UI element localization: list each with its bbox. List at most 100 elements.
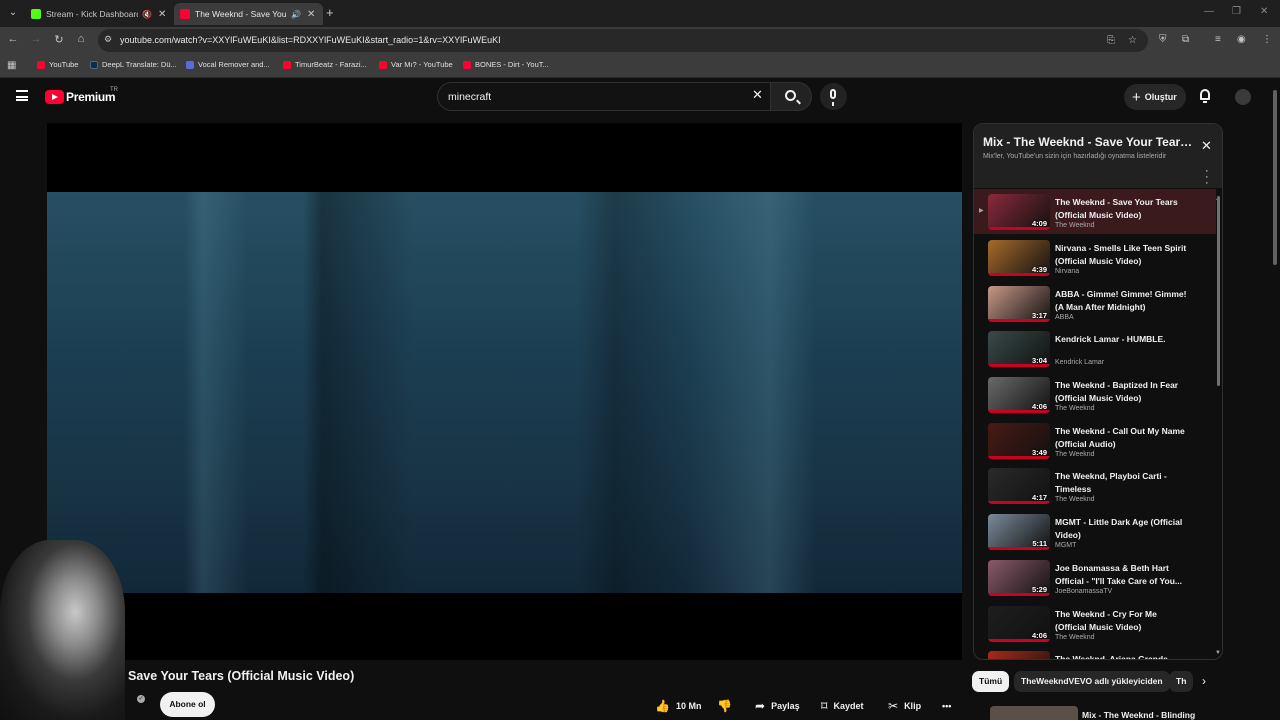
youtube-premium-wordmark[interactable]: Premium — [66, 90, 116, 104]
playlist-item-title[interactable]: Kendrick Lamar - HUMBLE. — [1055, 333, 1190, 346]
chip-partial[interactable]: Th — [1169, 671, 1193, 692]
microphone-icon — [830, 89, 836, 106]
playlist-menu-icon[interactable]: · · · — [1205, 166, 1209, 189]
tab-kick-dashboard[interactable]: Stream - Kick Dashboard 🔇 ✕ — [25, 3, 174, 25]
search-button[interactable] — [770, 82, 812, 111]
browser-menu-icon[interactable]: ⋮ — [1262, 34, 1272, 45]
playlist-item[interactable]: 5:29 Joe Bonamassa & Beth Hart Official -… — [974, 555, 1216, 600]
close-playlist-icon[interactable]: ✕ — [1201, 138, 1212, 154]
youtube-logo-icon[interactable] — [45, 90, 64, 104]
install-app-icon[interactable]: ⎘ — [1107, 35, 1115, 46]
close-tab-icon[interactable]: ✕ — [307, 9, 315, 20]
search-input[interactable]: minecraft — [437, 82, 770, 111]
back-icon[interactable]: ← — [6, 33, 20, 45]
playlist-item-title[interactable]: The Weeknd, Playboi Carti - Timeless — [1055, 470, 1190, 496]
bookmark-item[interactable]: YouTube — [37, 60, 78, 69]
playlist-item[interactable]: 4:06 The Weeknd - Cry For Me (Official Mu… — [974, 601, 1216, 646]
voice-search-button[interactable] — [820, 83, 847, 110]
page-scrollbar[interactable] — [1273, 90, 1277, 265]
playlist-item[interactable]: 5:11 MGMT - Little Dark Age (Official Vid… — [974, 509, 1216, 554]
playlist-thumbnail[interactable]: 4:09 — [988, 194, 1050, 230]
playlist-thumbnail[interactable]: 3:04 — [988, 331, 1050, 367]
notifications-bell-icon[interactable] — [1199, 89, 1211, 103]
video-player[interactable] — [47, 123, 962, 660]
subscribe-button[interactable]: Abone ol — [160, 692, 215, 717]
playlist-thumbnail[interactable]: 4:17 — [988, 468, 1050, 504]
close-tab-icon[interactable]: ✕ — [158, 9, 166, 20]
close-window-icon[interactable]: ✕ — [1260, 6, 1268, 17]
like-button[interactable]: 👍 10 Mn — [655, 693, 701, 719]
playlist-item-title[interactable]: The Weeknd - Baptized In Fear (Official … — [1055, 379, 1190, 405]
bookmark-item[interactable]: TimurBeatz - Farazi... — [283, 60, 367, 69]
playlist-scrollbar[interactable] — [1217, 196, 1220, 386]
tab-youtube-video[interactable]: The Weeknd - Save Your Tears 🔊 ✕ — [174, 3, 324, 25]
playlist-item[interactable]: 4:17 The Weeknd, Playboi Carti - Timeless… — [974, 463, 1216, 508]
create-button[interactable]: + Oluştur — [1124, 84, 1186, 110]
minimize-icon[interactable]: — — [1204, 6, 1214, 17]
site-info-icon[interactable]: ⚙ — [104, 34, 112, 45]
playlist-item[interactable]: 3:17 ABBA - Gimme! Gimme! Gimme! (A Man A… — [974, 281, 1216, 326]
guide-menu-icon[interactable] — [16, 90, 28, 101]
home-icon[interactable]: ⌂ — [74, 33, 88, 45]
playlist-item-title[interactable]: Nirvana - Smells Like Teen Spirit (Offic… — [1055, 242, 1190, 268]
bookmark-star-icon[interactable]: ☆ — [1128, 35, 1137, 46]
bookmark-item[interactable]: Vocal Remover and... — [186, 60, 270, 69]
playlist-thumbnail[interactable]: 3:17 — [988, 286, 1050, 322]
bookmark-item[interactable]: BONES - Dirt - YouT... — [463, 60, 549, 69]
playlist-thumbnail[interactable] — [988, 651, 1050, 659]
playlist-item[interactable]: 4:39 Nirvana - Smells Like Teen Spirit (O… — [974, 235, 1216, 280]
bookmark-item[interactable]: Var Mı? - YouTube — [379, 60, 453, 69]
scroll-down-icon[interactable]: ▼ — [1215, 650, 1221, 656]
forward-icon[interactable]: → — [29, 33, 43, 45]
playlist-thumbnail[interactable]: 5:29 — [988, 560, 1050, 596]
playlist-item-title[interactable]: The Weeknd - Call Out My Name (Official … — [1055, 425, 1190, 451]
clear-search-icon[interactable]: ✕ — [752, 87, 763, 103]
playlist-item[interactable]: 3:04 Kendrick Lamar - HUMBLE. Kendrick Lam… — [974, 326, 1216, 371]
deepl-favicon-icon — [90, 60, 98, 69]
youtube-favicon-icon — [379, 60, 387, 69]
playlist-item[interactable]: ▶ 4:09 The Weeknd - Save Your Tears (Offic… — [974, 189, 1216, 234]
maximize-icon[interactable]: ❐ — [1232, 6, 1241, 17]
playlist-item-title[interactable]: ABBA - Gimme! Gimme! Gimme! (A Man After… — [1055, 288, 1190, 314]
playlist-item[interactable]: 3:49 The Weeknd - Call Out My Name (Offic… — [974, 418, 1216, 463]
audio-playing-icon[interactable]: 🔊 — [291, 10, 301, 19]
reload-icon[interactable]: ↻ — [52, 33, 66, 46]
muted-icon[interactable]: 🔇 — [142, 10, 152, 19]
playlist-thumbnail[interactable]: 5:11 — [988, 514, 1050, 550]
playlist-thumbnail[interactable]: 4:06 — [988, 377, 1050, 413]
dislike-button[interactable]: 👎 — [717, 693, 738, 719]
playlist-item-title[interactable]: The Weeknd - Cry For Me (Official Music … — [1055, 608, 1190, 634]
more-actions-icon[interactable]: ••• — [942, 693, 951, 719]
next-video-title[interactable]: Mix - The Weeknd - Blinding — [1082, 710, 1195, 720]
playlist-item-title[interactable]: MGMT - Little Dark Age (Official Video) — [1055, 516, 1190, 542]
clip-button[interactable]: ✂ Klip — [888, 693, 921, 719]
bookmark-item[interactable]: DeepL Translate: Dü... — [90, 60, 177, 69]
share-button[interactable]: ➦ Paylaş — [755, 693, 800, 719]
search-query[interactable]: minecraft — [448, 91, 491, 103]
media-control-icon[interactable]: ≡ — [1215, 34, 1221, 45]
profile-icon[interactable]: ◉ — [1237, 34, 1246, 45]
playlist-thumbnail[interactable]: 4:39 — [988, 240, 1050, 276]
playlist-item[interactable]: 4:06 The Weeknd - Baptized In Fear (Offic… — [974, 372, 1216, 417]
extensions-puzzle-icon[interactable]: ⧉ — [1182, 34, 1189, 45]
chip-all[interactable]: Tümü — [972, 671, 1010, 692]
save-button[interactable]: ⌑ Kaydet — [821, 693, 863, 719]
chips-next-icon[interactable]: › — [1202, 674, 1206, 688]
url-text[interactable]: youtube.com/watch?v=XXYlFuWEuKI&list=RDX… — [120, 35, 501, 45]
playlist-item-title[interactable]: The Weeknd - Save Your Tears (Official M… — [1055, 196, 1190, 222]
chip-uploader[interactable]: TheWeekndVEVO adlı yükleyiciden — [1014, 671, 1170, 692]
playlist-thumbnail[interactable]: 4:06 — [988, 606, 1050, 642]
apps-grid-icon[interactable]: ▦ — [7, 60, 16, 71]
account-avatar[interactable] — [1235, 89, 1251, 105]
video-frame[interactable] — [47, 192, 962, 593]
next-video-thumbnail[interactable] — [990, 706, 1078, 720]
playlist-item-title[interactable]: Joe Bonamassa & Beth Hart Official - "I'… — [1055, 562, 1190, 588]
address-bar[interactable]: ⚙ youtube.com/watch?v=XXYlFuWEuKI&list=R… — [98, 29, 1148, 52]
tab-search-icon[interactable]: ⌄ — [6, 6, 20, 20]
playlist-title[interactable]: Mix - The Weeknd - Save Your Tears (Offi… — [983, 135, 1195, 149]
playlist-item-title[interactable]: The Weeknd, Ariana Grande - — [1055, 653, 1190, 659]
playlist-thumbnail[interactable]: 3:49 — [988, 423, 1050, 459]
new-tab-icon[interactable]: + — [326, 5, 334, 20]
shield-extension-icon[interactable]: ⛨ — [1159, 34, 1167, 45]
playlist-item[interactable]: The Weeknd, Ariana Grande - — [974, 646, 1216, 659]
